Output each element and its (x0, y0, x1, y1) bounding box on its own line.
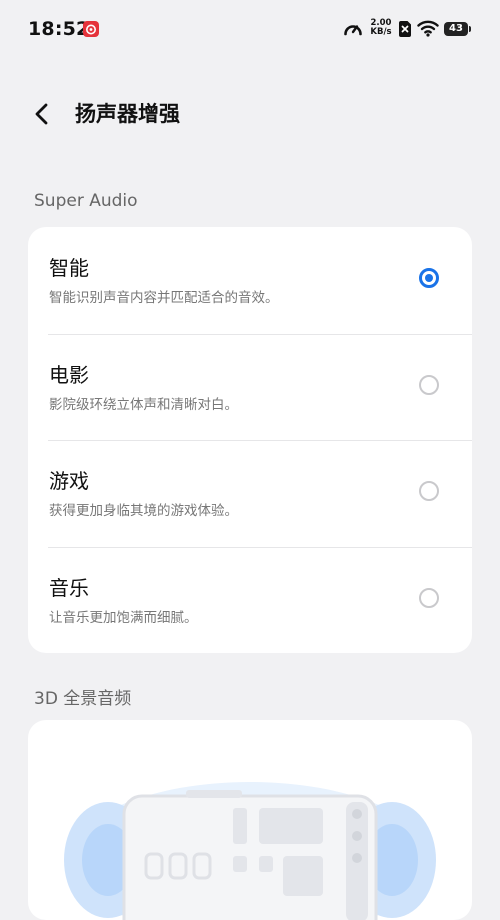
option-title: 音乐 (49, 575, 89, 600)
option-description: 获得更加身临其境的游戏体验。 (49, 503, 238, 519)
option-description: 影院级环绕立体声和清晰对白。 (49, 396, 238, 413)
phone-surround-sound-illustration (64, 782, 436, 920)
super-audio-options-card: 智能 智能识别声音内容并匹配适合的音效。 电影 影院级环绕立体声和清晰对白。 游… (28, 227, 472, 653)
status-time: 18:52 (28, 18, 90, 40)
option-description: 智能识别声音内容并匹配适合的音效。 (49, 290, 279, 306)
radio-unselected[interactable] (419, 481, 439, 501)
radio-unselected[interactable] (419, 587, 439, 608)
chevron-left-icon (35, 103, 48, 125)
speed-gauge-icon (343, 20, 363, 42)
battery-level: 43 (449, 23, 463, 34)
status-bar: 18:52 2.00 KB/s 43 (0, 0, 500, 60)
header: 扬声器增强 (0, 90, 500, 138)
battery-icon: 43 (444, 22, 468, 36)
radio-unselected[interactable] (419, 374, 439, 395)
battery-tip (469, 26, 471, 32)
option-smart[interactable]: 智能 智能识别声音内容并匹配适合的音效。 (28, 227, 472, 334)
panorama-section-title: 3D 全景音频 (34, 689, 132, 709)
option-title: 智能 (49, 256, 89, 280)
option-title: 电影 (49, 362, 89, 387)
panorama-illustration-card (28, 720, 472, 920)
network-speed-unit: KB/s (370, 27, 392, 37)
wifi-icon (417, 19, 439, 41)
page-title: 扬声器增强 (75, 102, 180, 126)
netease-music-icon (83, 21, 99, 37)
option-music[interactable]: 音乐 让音乐更加饱满而细腻。 (28, 546, 472, 654)
option-title: 游戏 (49, 469, 89, 493)
option-description: 让音乐更加饱满而细腻。 (49, 609, 198, 626)
option-movie[interactable]: 电影 影院级环绕立体声和清晰对白。 (28, 333, 472, 441)
radio-selected[interactable] (419, 268, 439, 288)
network-speed: 2.00 KB/s (368, 19, 394, 37)
back-button[interactable] (28, 100, 56, 128)
no-sim-icon (398, 20, 412, 42)
super-audio-section-title: Super Audio (34, 191, 138, 211)
option-game[interactable]: 游戏 获得更加身临其境的游戏体验。 (28, 440, 472, 547)
